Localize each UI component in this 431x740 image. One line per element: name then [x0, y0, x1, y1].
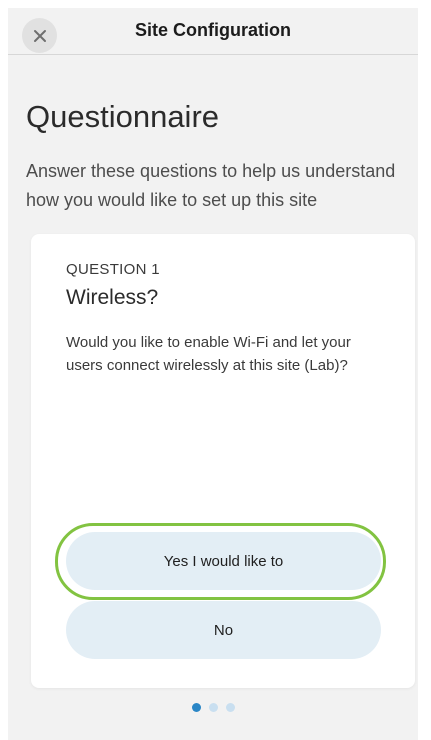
top-bar: Site Configuration [8, 8, 418, 55]
page-indicator [192, 703, 235, 712]
close-button[interactable] [22, 18, 57, 53]
header-title: Site Configuration [135, 20, 291, 40]
close-icon [33, 29, 47, 43]
yes-button[interactable]: Yes I would like to [66, 532, 381, 590]
page-title: Questionnaire [26, 99, 220, 134]
page-subtitle: Answer these questions to help us unders… [26, 161, 396, 210]
question-description: Would you like to enable Wi-Fi and let y… [66, 334, 351, 374]
question-card: QUESTION 1 Wireless? Would you like to e… [31, 234, 415, 688]
question-title: Wireless? [66, 286, 159, 309]
app-screen: Site Configuration Questionnaire Answer … [8, 8, 418, 740]
page-dot-2[interactable] [209, 703, 218, 712]
page-dot-3[interactable] [226, 703, 235, 712]
no-button[interactable]: No [66, 601, 381, 659]
question-number: QUESTION 1 [66, 261, 160, 278]
page-dot-1[interactable] [192, 703, 201, 712]
